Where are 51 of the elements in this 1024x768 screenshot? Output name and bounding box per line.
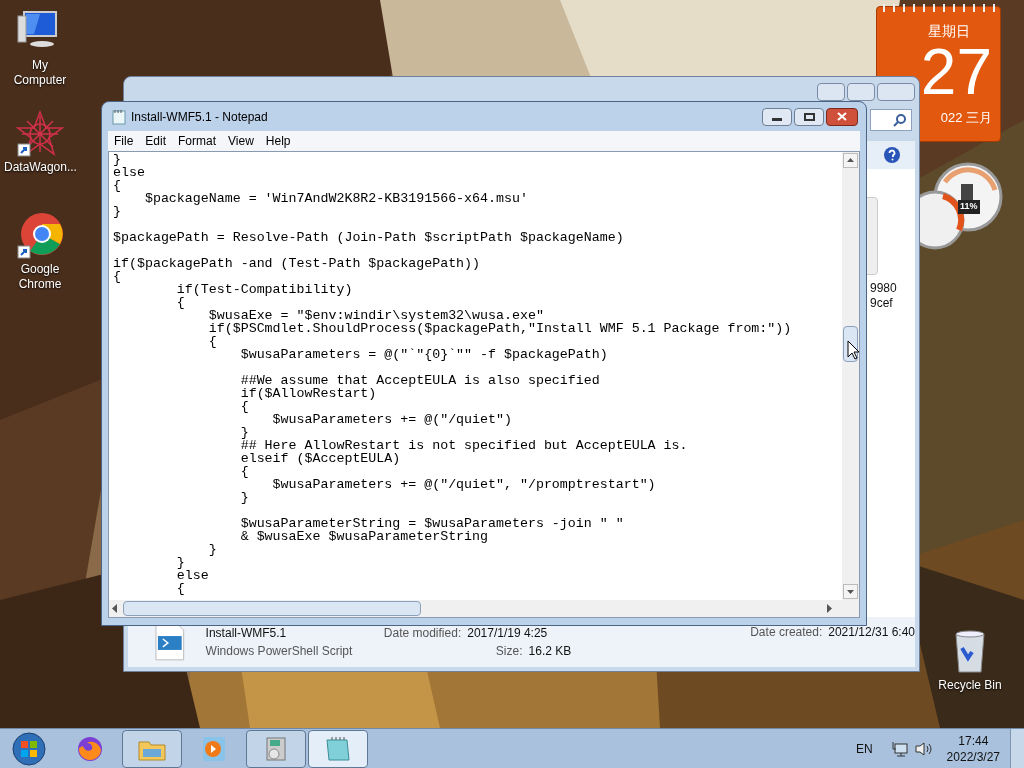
chrome-icon[interactable] — [16, 212, 64, 260]
menu-item[interactable]: Format — [172, 132, 223, 150]
field-label: Size: — [495, 643, 523, 660]
close-button[interactable] — [826, 107, 858, 126]
taskbar-button[interactable] — [246, 729, 306, 768]
field-label: Date created: — [750, 624, 823, 641]
notepad-icon — [112, 108, 126, 125]
scroll-thumb[interactable] — [123, 601, 421, 616]
file-name[interactable]: 9980 — [870, 281, 897, 296]
cpu-reading: 11% — [958, 200, 980, 214]
scroll-down-icon[interactable] — [843, 584, 858, 599]
menu-item[interactable]: View — [222, 132, 260, 150]
desktop-icon-label[interactable]: Google Chrome — [3, 262, 77, 292]
search-field[interactable] — [870, 109, 912, 131]
volume-icon[interactable] — [914, 740, 933, 757]
maximize-button[interactable] — [794, 107, 824, 126]
day-number: 27 — [920, 40, 992, 104]
vertical-scrollbar[interactable] — [842, 152, 859, 600]
clock-date[interactable]: 2022/3/27 — [946, 748, 1000, 765]
close-icon — [837, 112, 847, 121]
desktop-icon-label[interactable]: DataWagon... — [3, 160, 77, 175]
taskbar-button[interactable] — [308, 729, 368, 768]
calendar-rings-icon — [880, 2, 998, 12]
clock-time[interactable]: 17:44 — [958, 732, 989, 749]
field-value: 16.2 KB — [528, 643, 572, 660]
file-type: Windows PowerShell Script — [205, 643, 354, 660]
desktop-icon-label[interactable]: My Computer — [3, 58, 77, 88]
scroll-up-icon[interactable] — [843, 153, 858, 168]
horizontal-scrollbar[interactable] — [109, 600, 859, 617]
window-title: Install-WMF5.1 - Notepad — [131, 108, 268, 126]
menu-item[interactable]: Edit — [139, 132, 173, 150]
network-icon[interactable] — [890, 740, 909, 757]
file-name: Install-WMF5.1 — [205, 625, 288, 642]
start-button[interactable] — [12, 731, 46, 766]
field-label: Date modified: — [383, 625, 462, 642]
language-indicator[interactable]: EN — [855, 739, 873, 758]
desktop-icon-label[interactable]: Recycle Bin — [937, 678, 1003, 693]
search-icon — [893, 113, 907, 127]
minimize-button[interactable] — [762, 107, 792, 126]
menu-item[interactable]: File — [108, 132, 140, 150]
star-pattern-icon[interactable] — [16, 110, 64, 158]
month-year-label: 022 三月 — [940, 109, 992, 127]
field-value: 2021/12/31 6:40 — [828, 624, 915, 641]
weekday-label: 星期日 — [928, 22, 970, 41]
scroll-right-icon[interactable] — [825, 604, 833, 613]
help-icon[interactable] — [883, 146, 901, 164]
taskbar-button[interactable] — [122, 729, 182, 768]
scroll-left-icon[interactable] — [111, 604, 119, 613]
field-value: 2017/1/19 4:25 — [467, 625, 548, 642]
menu-item[interactable]: Help — [259, 132, 297, 150]
file-name[interactable]: 9cef — [870, 296, 897, 311]
